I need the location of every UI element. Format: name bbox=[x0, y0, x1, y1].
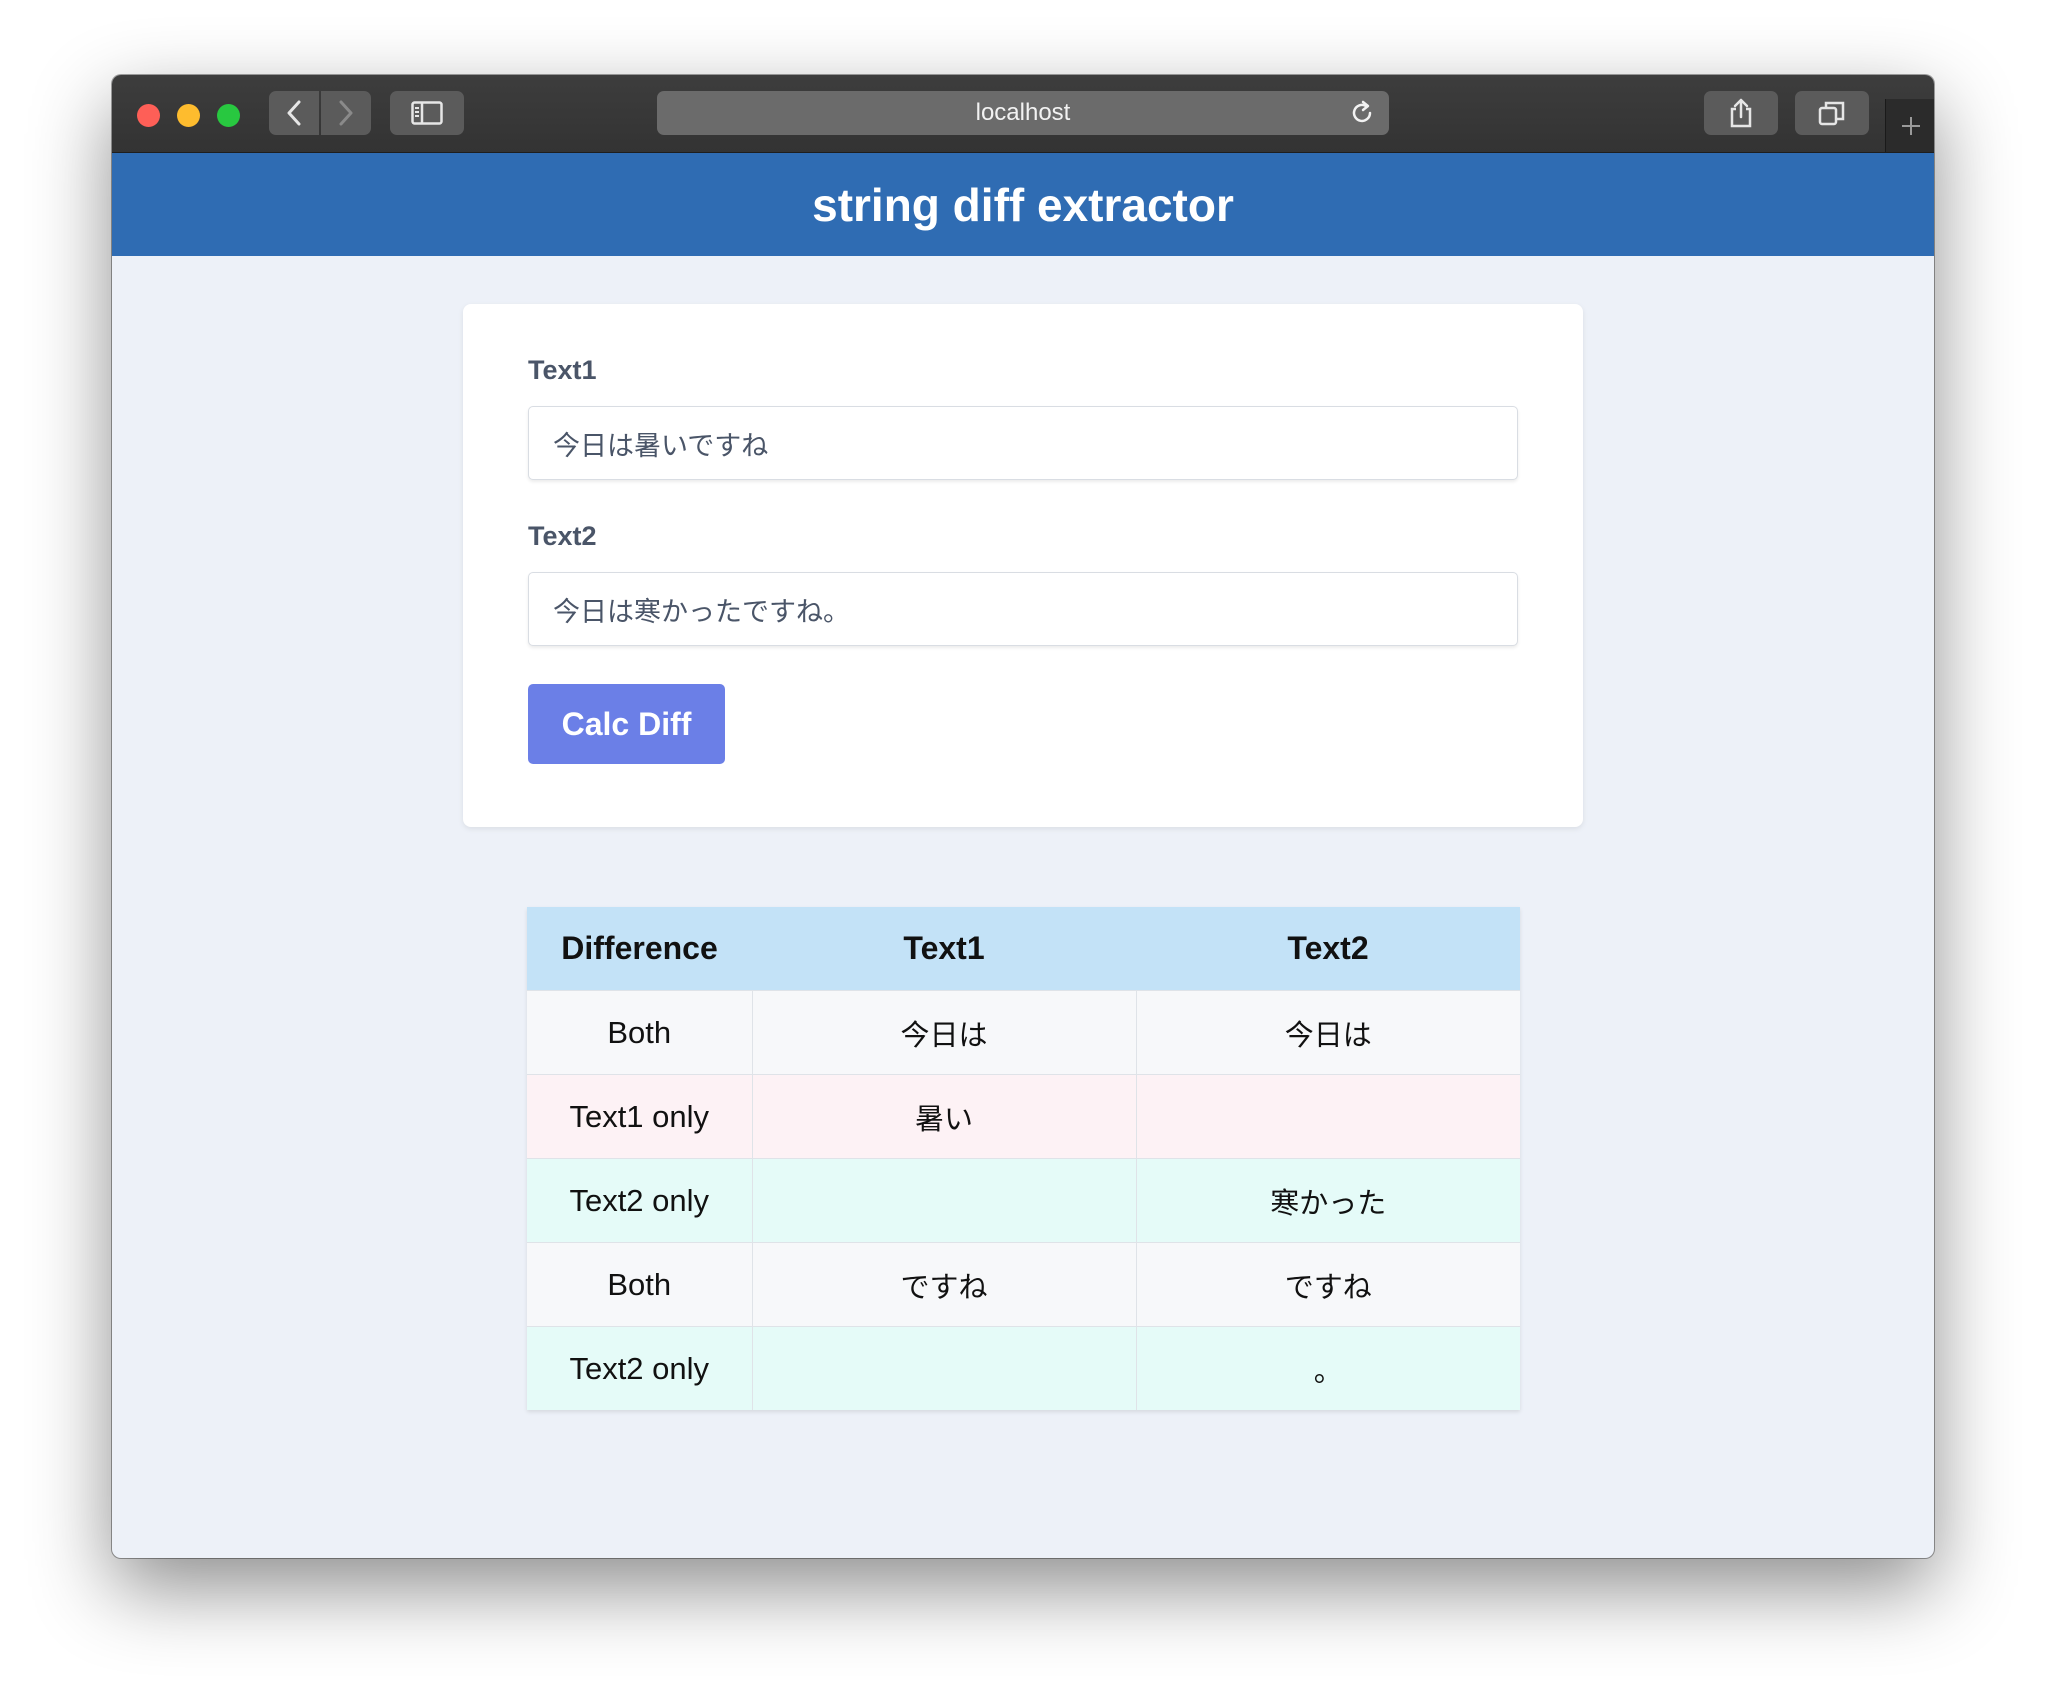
url-text: localhost bbox=[975, 99, 1071, 126]
column-header-text2: Text2 bbox=[1136, 907, 1520, 991]
share-button[interactable] bbox=[1704, 91, 1778, 135]
reload-icon[interactable] bbox=[1349, 100, 1375, 126]
text1-cell bbox=[751, 1158, 1136, 1243]
address-bar[interactable]: localhost bbox=[657, 91, 1389, 135]
table-row: Text2 only 。 bbox=[527, 1326, 1520, 1410]
show-tabs-button[interactable] bbox=[1795, 91, 1869, 135]
text1-cell bbox=[751, 1326, 1136, 1410]
text1-cell: ですね bbox=[751, 1242, 1136, 1327]
back-button[interactable] bbox=[269, 91, 319, 135]
chevron-right-icon bbox=[339, 100, 353, 126]
table-row: Both 今日は 今日は bbox=[527, 990, 1520, 1075]
minimize-window-button[interactable] bbox=[177, 104, 200, 127]
difference-cell: Text2 only bbox=[527, 1158, 752, 1243]
browser-window: localhost string diff extractor Text1 今日… bbox=[112, 75, 1934, 1558]
input-card: Text1 Text2 Calc Diff bbox=[463, 304, 1583, 827]
diff-table: Difference Text1 Text2 Both 今日は 今日は Text… bbox=[527, 907, 1520, 1410]
close-window-button[interactable] bbox=[137, 104, 160, 127]
text2-cell bbox=[1135, 1074, 1520, 1159]
table-row: Text1 only 暑い bbox=[527, 1074, 1520, 1159]
table-header-row: Difference Text1 Text2 bbox=[527, 907, 1520, 991]
table-row: Text2 only 寒かった bbox=[527, 1158, 1520, 1243]
share-icon bbox=[1730, 98, 1752, 128]
text2-cell: 寒かった bbox=[1135, 1158, 1520, 1243]
chevron-left-icon bbox=[287, 100, 301, 126]
plus-icon bbox=[1901, 116, 1920, 135]
calc-diff-button[interactable]: Calc Diff bbox=[528, 684, 725, 764]
text1-cell: 今日は bbox=[751, 990, 1136, 1075]
difference-cell: Both bbox=[527, 990, 752, 1075]
difference-cell: Both bbox=[527, 1242, 752, 1327]
difference-cell: Text1 only bbox=[527, 1074, 752, 1159]
sidebar-toggle-button[interactable] bbox=[390, 91, 464, 135]
tabs-icon bbox=[1818, 101, 1845, 126]
table-row: Both ですね ですね bbox=[527, 1242, 1520, 1327]
browser-toolbar: localhost bbox=[112, 75, 1934, 153]
text1-input[interactable] bbox=[528, 406, 1518, 480]
new-tab-button[interactable] bbox=[1885, 99, 1934, 152]
page-title: string diff extractor bbox=[812, 178, 1234, 231]
text1-cell: 暑い bbox=[751, 1074, 1136, 1159]
forward-button[interactable] bbox=[321, 91, 371, 135]
text1-label: Text1 bbox=[528, 355, 597, 385]
difference-cell: Text2 only bbox=[527, 1326, 752, 1410]
column-header-difference: Difference bbox=[527, 907, 752, 991]
text2-label: Text2 bbox=[528, 521, 597, 551]
text2-cell: 今日は bbox=[1135, 990, 1520, 1075]
text2-input[interactable] bbox=[528, 572, 1518, 646]
app-header: string diff extractor bbox=[112, 153, 1934, 256]
text2-cell: ですね bbox=[1135, 1242, 1520, 1327]
sidebar-icon bbox=[411, 101, 443, 125]
zoom-window-button[interactable] bbox=[217, 104, 240, 127]
column-header-text1: Text1 bbox=[752, 907, 1136, 991]
text2-cell: 。 bbox=[1135, 1326, 1520, 1410]
